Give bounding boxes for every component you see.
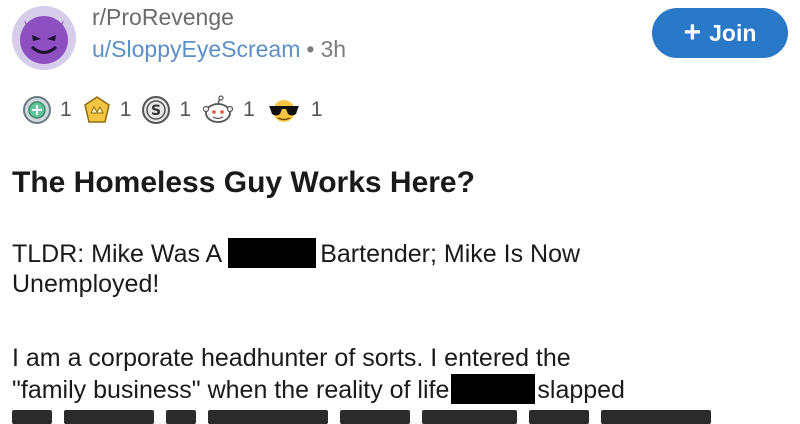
redaction-box [228, 238, 317, 268]
post-time: 3h [320, 36, 347, 62]
award-count: 1 [179, 98, 192, 121]
award-count: 1 [60, 98, 72, 121]
medal-icon [23, 96, 51, 124]
join-button-label: Join [709, 19, 757, 46]
sunglasses-icon [268, 100, 299, 122]
award-count: 1 [310, 98, 323, 121]
body-line: "family business" when the reality of li… [12, 376, 450, 404]
svg-text:S: S [151, 103, 161, 119]
tldr-text-start: TLDR: Mike Was A [12, 240, 223, 268]
post-tldr: TLDR: Mike Was A Bartender; Mike Is Now U… [12, 238, 772, 299]
award-medal[interactable]: 1 [22, 95, 72, 125]
tldr-text-continued: Unemployed! [12, 270, 160, 298]
awards-row[interactable]: 1 1 S 1 1 1 [22, 95, 322, 125]
plus-icon: + [683, 16, 702, 49]
devil-face-icon [20, 16, 68, 64]
tldr-text-end: Bartender; Mike Is Now [320, 240, 581, 268]
award-snoo[interactable]: 1 [201, 95, 255, 125]
post-title[interactable]: The Homeless Guy Works Here? [12, 166, 475, 200]
snoo-icon [202, 95, 234, 123]
award-count: 1 [119, 98, 132, 121]
username-link[interactable]: u/SloppyEyeScream [92, 36, 300, 62]
post-byline: u/SloppyEyeScream • 3h [92, 36, 346, 63]
cropped-text-line [12, 410, 792, 424]
post-body: I am a corporate headhunter of sorts. I … [12, 342, 792, 406]
award-count: 1 [243, 98, 255, 121]
body-line: slapped [537, 376, 625, 404]
award-sunglasses[interactable]: 1 [265, 97, 323, 123]
award-crown[interactable]: 1 [82, 95, 132, 125]
crown-badge-icon [83, 96, 110, 123]
award-silver[interactable]: S 1 [141, 95, 191, 125]
body-line: I am a corporate headhunter of sorts. I … [12, 344, 571, 372]
redaction-box [451, 374, 536, 404]
silver-coin-icon: S [142, 96, 171, 124]
subreddit-avatar[interactable] [12, 6, 76, 70]
byline-separator: • [306, 36, 315, 62]
join-button[interactable]: + Join [652, 8, 788, 58]
subreddit-name[interactable]: r/ProRevenge [92, 4, 234, 31]
